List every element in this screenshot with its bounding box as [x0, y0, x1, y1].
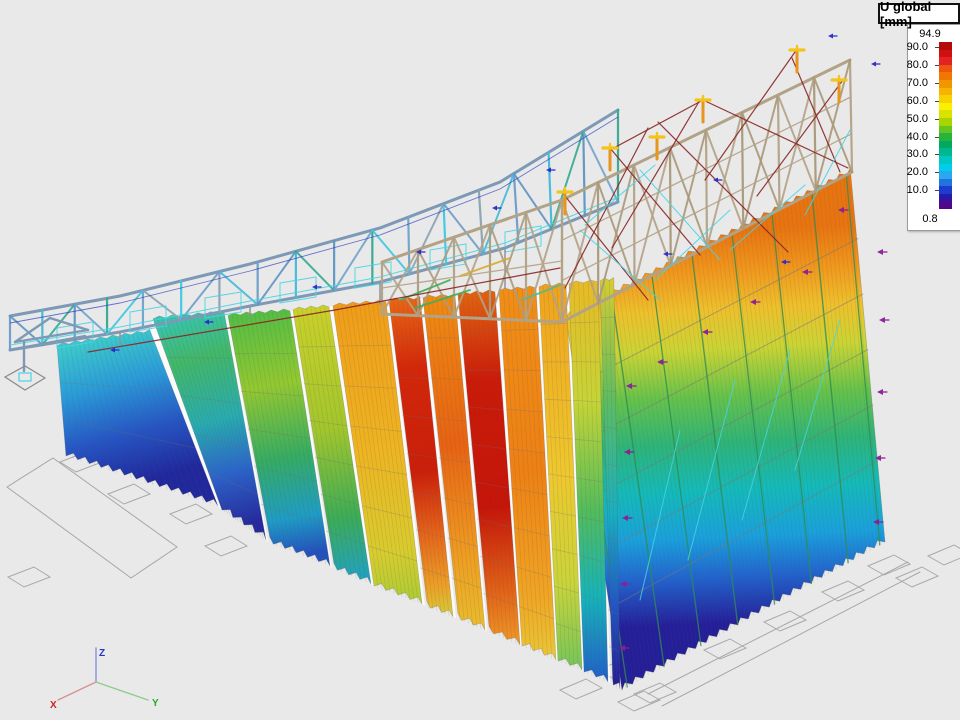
colorbar-segment: [939, 95, 952, 103]
colorbar-segment: [939, 57, 952, 65]
legend-max-value: 94.9: [908, 28, 952, 40]
legend-tick-mark: [935, 65, 939, 66]
colorbar-segment: [939, 88, 952, 96]
result-legend: 94.9 90.080.070.060.050.040.030.020.010.…: [907, 24, 960, 231]
legend-tick-label: 50.0: [888, 113, 928, 125]
legend-min-value: 0.8: [908, 213, 952, 225]
legend-tick-label: 80.0: [888, 59, 928, 71]
colorbar-segment: [939, 133, 952, 141]
legend-tick-label: 20.0: [888, 166, 928, 178]
legend-tick-label: 30.0: [888, 148, 928, 160]
colorbar-segment: [939, 164, 952, 172]
colorbar-segment: [939, 194, 952, 202]
colorbar-segment: [939, 126, 952, 134]
legend-tick-label: 60.0: [888, 95, 928, 107]
colorbar-segment: [939, 42, 952, 50]
colorbar-segment: [939, 201, 952, 209]
legend-tick-label: 90.0: [888, 41, 928, 53]
colorbar: [939, 42, 952, 209]
legend-title-text: U global [mm]: [880, 0, 958, 29]
legend-tick-mark: [935, 47, 939, 48]
colorbar-segment: [939, 110, 952, 118]
structural-analysis-app: ZXY U global [mm] 94.9 90.080.070.060.05…: [0, 0, 960, 720]
colorbar-segment: [939, 179, 952, 187]
legend-tick-mark: [935, 172, 939, 173]
colorbar-segment: [939, 72, 952, 80]
legend-tick-mark: [935, 190, 939, 191]
colorbar-segment: [939, 156, 952, 164]
legend-title: U global [mm]: [878, 3, 960, 24]
legend-tick-mark: [935, 154, 939, 155]
y-axis-label: Y: [152, 698, 159, 709]
legend-tick-mark: [935, 101, 939, 102]
colorbar-segment: [939, 65, 952, 73]
colorbar-segment: [939, 141, 952, 149]
legend-tick-mark: [935, 119, 939, 120]
legend-tick-mark: [935, 83, 939, 84]
colorbar-segment: [939, 186, 952, 194]
legend-tick-label: 10.0: [888, 184, 928, 196]
colorbar-segment: [939, 148, 952, 156]
legend-tick-mark: [935, 137, 939, 138]
colorbar-segment: [939, 50, 952, 58]
colorbar-segment: [939, 80, 952, 88]
colorbar-segment: [939, 171, 952, 179]
model-viewport[interactable]: Z X Y: [0, 0, 960, 720]
colorbar-segment: [939, 118, 952, 126]
z-axis-label: Z: [99, 648, 105, 659]
x-axis-label: X: [50, 700, 57, 711]
legend-tick-label: 40.0: [888, 131, 928, 143]
colorbar-segment: [939, 103, 952, 111]
legend-tick-label: 70.0: [888, 77, 928, 89]
